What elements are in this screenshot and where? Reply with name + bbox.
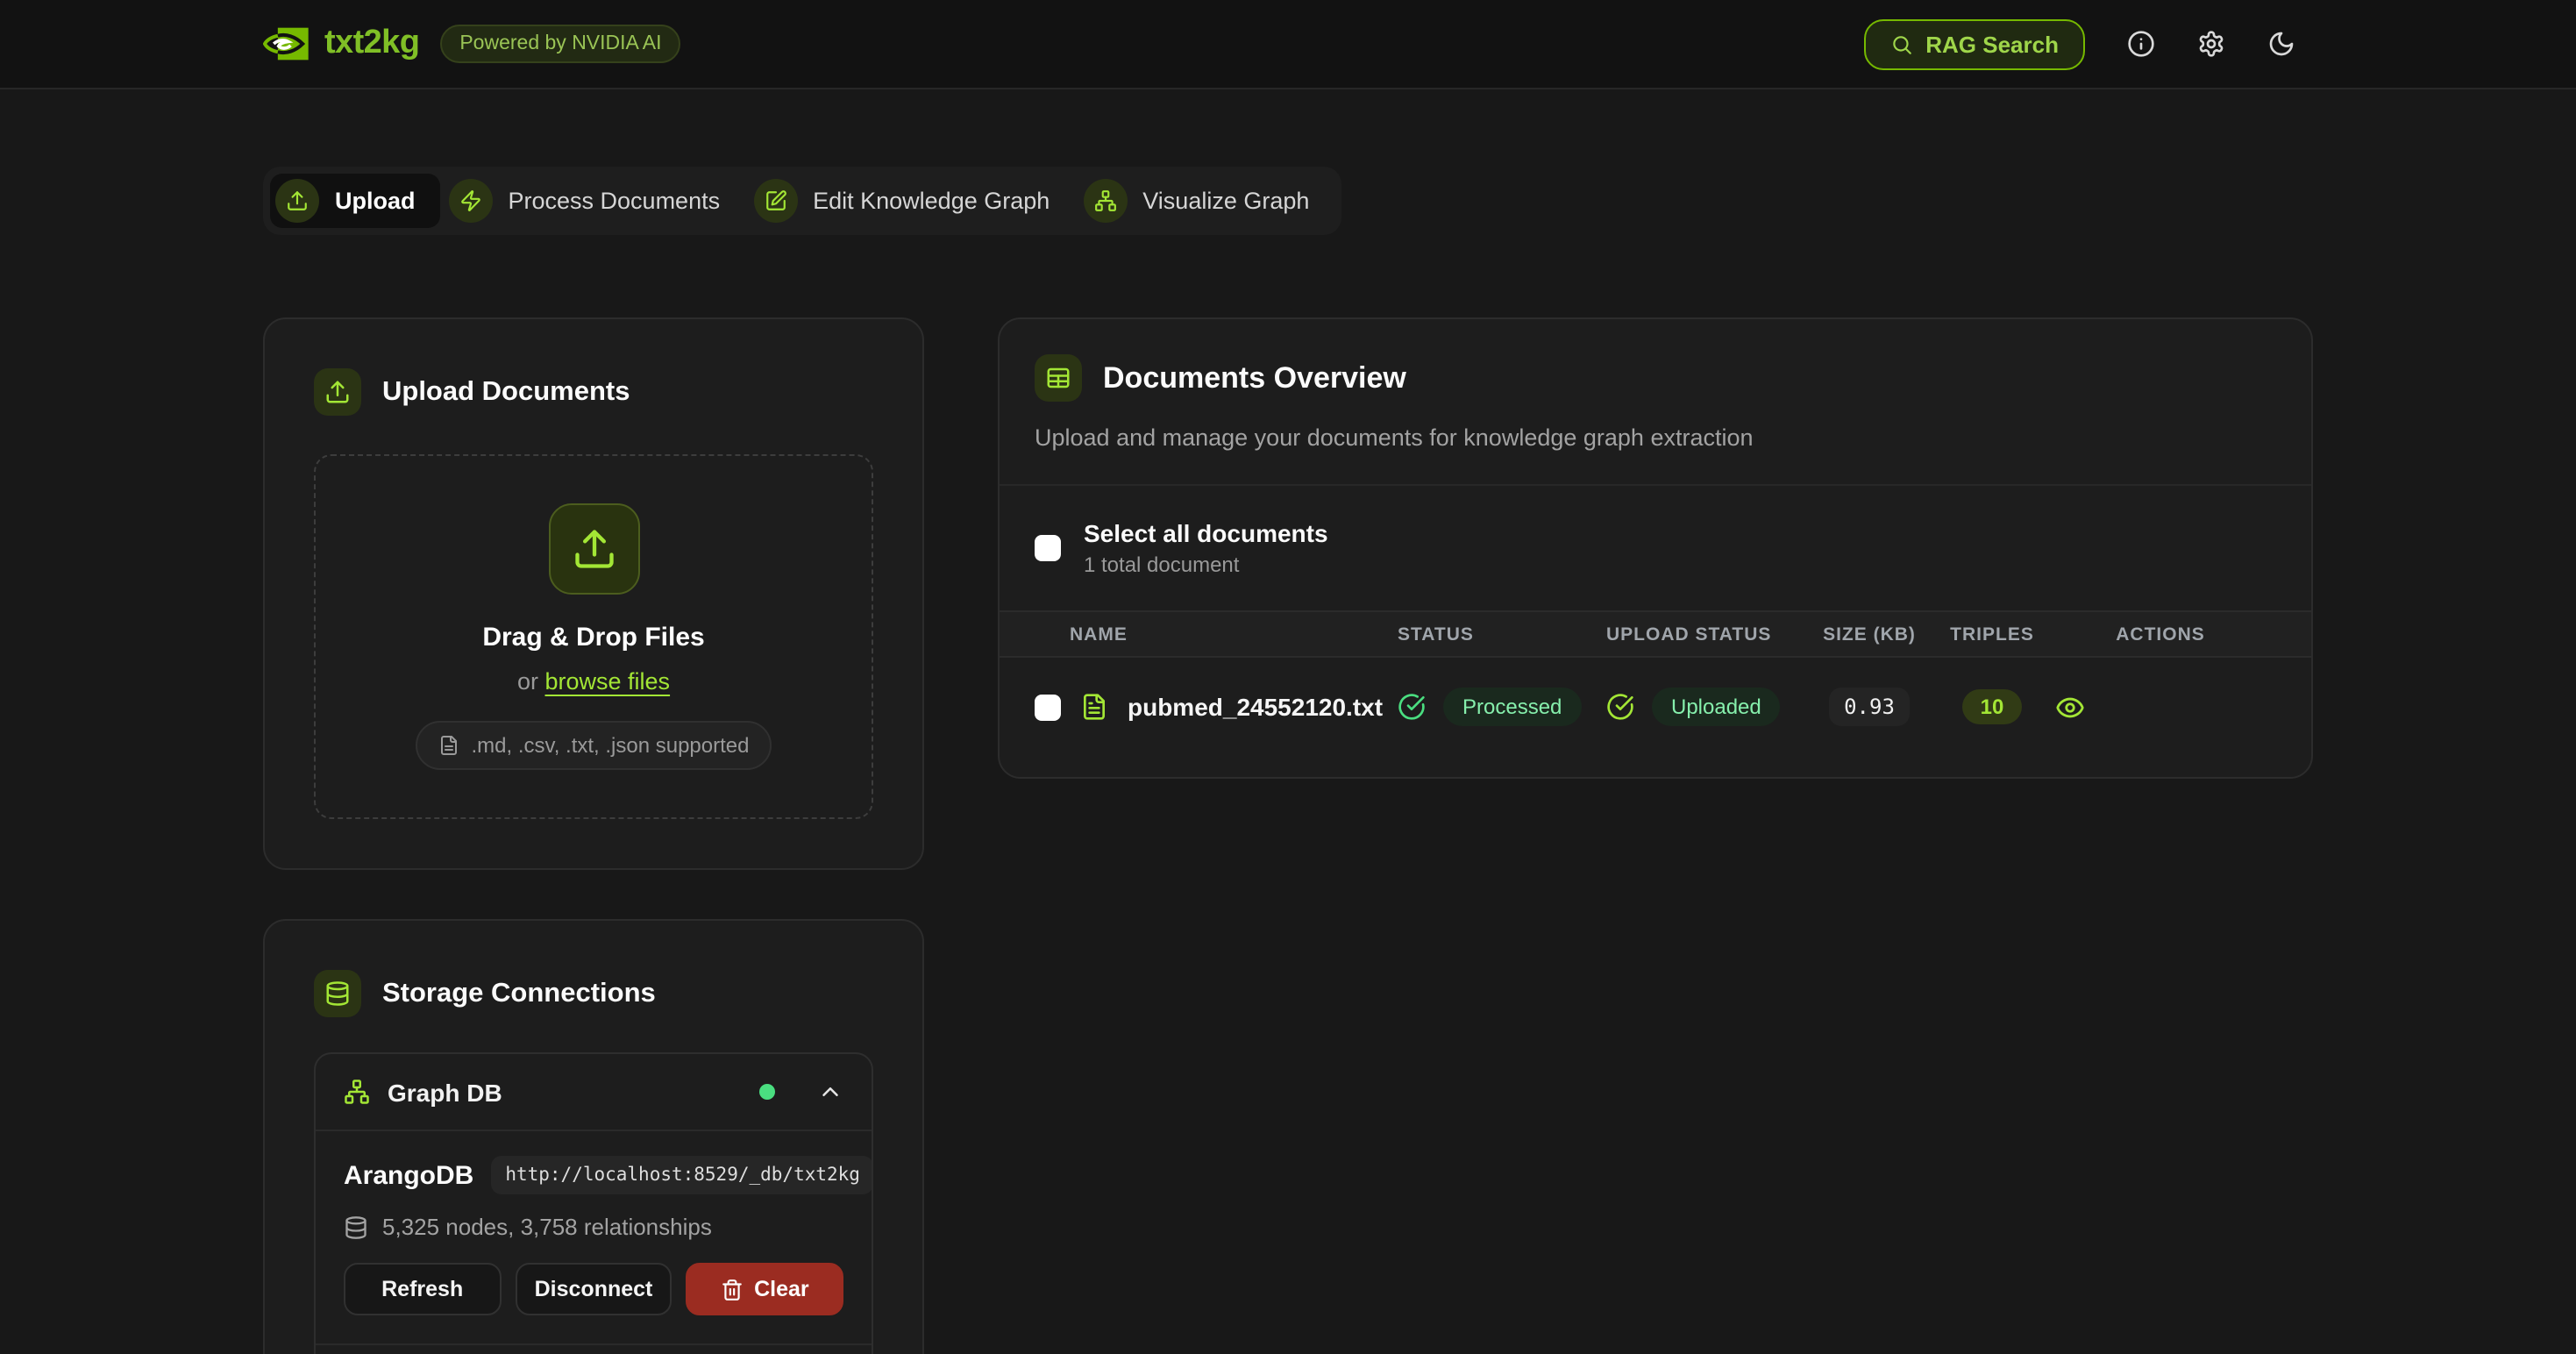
gear-icon: [2197, 30, 2225, 58]
column-header-actions: ACTIONS: [2045, 624, 2276, 645]
graph-db-label: Graph DB: [388, 1078, 502, 1106]
upload-card-header: Upload Documents: [314, 368, 873, 416]
column-header-name: NAME: [1035, 624, 1398, 645]
network-icon: [1083, 179, 1127, 223]
status-badge: Processed: [1443, 688, 1581, 726]
edit-icon: [753, 179, 797, 223]
view-document-button[interactable]: [2055, 692, 2085, 722]
connections-box: Graph DB ArangoDB http://localhost:8: [314, 1052, 873, 1354]
database-icon: [314, 970, 361, 1017]
upload-card-title: Upload Documents: [382, 376, 630, 408]
main-content: Upload Process Documents Edit Knowledge …: [0, 89, 2576, 1354]
browse-files-link[interactable]: browse files: [545, 668, 671, 695]
table-header-row: NAME STATUS UPLOAD STATUS SIZE (KB) TRIP…: [1000, 610, 2311, 658]
trash-icon: [721, 1278, 744, 1301]
zap-icon: [449, 179, 493, 223]
tab-visualize-graph[interactable]: Visualize Graph: [1078, 174, 1334, 228]
storage-connections-card: Storage Connections Graph DB: [263, 919, 924, 1354]
supported-formats-pill: .md, .csv, .txt, .json supported: [415, 721, 772, 770]
row-checkbox[interactable]: [1035, 694, 1061, 720]
column-header-triples: TRIPLES: [1939, 624, 2045, 645]
check-circle-icon: [1606, 693, 1634, 721]
vector-db-section-toggle[interactable]: Vector DB: [316, 1343, 872, 1354]
table-icon: [1035, 354, 1082, 402]
column-header-size: SIZE (KB): [1799, 624, 1939, 645]
info-button[interactable]: [2110, 12, 2173, 75]
app-header: txt2kg Powered by NVIDIA AI RAG Search: [0, 0, 2576, 89]
check-circle-icon: [1398, 693, 1426, 721]
tab-process-documents[interactable]: Process Documents: [444, 174, 745, 228]
tab-upload-label: Upload: [335, 188, 416, 214]
chevron-up-icon: [817, 1079, 843, 1105]
column-header-upload-status: UPLOAD STATUS: [1606, 624, 1799, 645]
tab-visualize-graph-label: Visualize Graph: [1142, 188, 1309, 214]
dropzone-or-line: or browse files: [517, 668, 670, 695]
documents-overview-title: Documents Overview: [1103, 360, 1406, 396]
total-documents-count: 1 total document: [1084, 552, 1328, 577]
graph-db-provider: ArangoDB: [344, 1160, 473, 1190]
size-value: 0.93: [1828, 688, 1911, 726]
tab-edit-knowledge-graph[interactable]: Edit Knowledge Graph: [748, 174, 1074, 228]
table-row: pubmed_24552120.txt Processed: [1000, 658, 2311, 756]
or-text: or: [517, 668, 538, 695]
brand-name: txt2kg: [324, 25, 419, 63]
eye-icon: [2055, 692, 2085, 722]
upload-status-badge: Uploaded: [1652, 688, 1781, 726]
storage-card-header: Storage Connections: [314, 970, 873, 1017]
theme-toggle-button[interactable]: [2250, 12, 2313, 75]
nvidia-logo-icon: [263, 25, 309, 63]
dropzone-title: Drag & Drop Files: [482, 623, 704, 652]
documents-overview-card: Documents Overview Upload and manage you…: [998, 317, 2313, 779]
file-dropzone[interactable]: Drag & Drop Files or browse files .md, .…: [314, 454, 873, 819]
documents-overview-subtitle: Upload and manage your documents for kno…: [1035, 424, 2276, 451]
documents-overview-header: Documents Overview Upload and manage you…: [1000, 319, 2311, 484]
tab-process-documents-label: Process Documents: [509, 188, 721, 214]
upload-icon: [314, 368, 361, 416]
column-header-status: STATUS: [1398, 624, 1606, 645]
database-icon: [344, 1215, 368, 1239]
settings-button[interactable]: [2180, 12, 2243, 75]
tab-bar: Upload Process Documents Edit Knowledge …: [263, 167, 1341, 235]
network-icon: [344, 1079, 370, 1105]
disconnect-button[interactable]: Disconnect: [515, 1263, 672, 1315]
upload-documents-card: Upload Documents Drag & Drop Files or br…: [263, 317, 924, 870]
tab-edit-knowledge-graph-label: Edit Knowledge Graph: [813, 188, 1050, 214]
graph-db-status-dot: [759, 1084, 775, 1100]
supported-formats-text: .md, .csv, .txt, .json supported: [471, 733, 749, 758]
header-actions: RAG Search: [1864, 12, 2313, 75]
tab-upload[interactable]: Upload: [270, 174, 440, 228]
search-icon: [1890, 32, 1913, 55]
triples-count-badge: 10: [1963, 689, 2022, 724]
graph-db-url: http://localhost:8529/_db/txt2kg: [491, 1156, 873, 1194]
select-all-row: Select all documents 1 total document: [1000, 486, 2311, 610]
upload-icon: [275, 179, 319, 223]
graph-db-stats: 5,325 nodes, 3,758 relationships: [382, 1214, 712, 1240]
rag-search-button[interactable]: RAG Search: [1864, 18, 2085, 69]
clear-button[interactable]: Clear: [687, 1263, 843, 1315]
document-name: pubmed_24552120.txt: [1128, 693, 1383, 721]
refresh-button[interactable]: Refresh: [344, 1263, 501, 1315]
file-text-icon: [1080, 693, 1108, 721]
storage-card-title: Storage Connections: [382, 978, 656, 1009]
graph-db-section-toggle[interactable]: Graph DB: [316, 1054, 872, 1130]
moon-icon: [2267, 30, 2295, 58]
file-icon: [438, 735, 459, 756]
select-all-checkbox[interactable]: [1035, 535, 1061, 561]
graph-db-details: ArangoDB http://localhost:8529/_db/txt2k…: [316, 1130, 872, 1343]
powered-by-badge: Powered by NVIDIA AI: [440, 25, 680, 63]
select-all-label: Select all documents: [1084, 519, 1328, 547]
clear-button-label: Clear: [754, 1277, 809, 1301]
app-viewport: txt2kg Powered by NVIDIA AI RAG Search: [0, 0, 2576, 1354]
rag-search-label: RAG Search: [1925, 31, 2059, 57]
info-icon: [2127, 30, 2155, 58]
upload-icon: [548, 503, 639, 595]
